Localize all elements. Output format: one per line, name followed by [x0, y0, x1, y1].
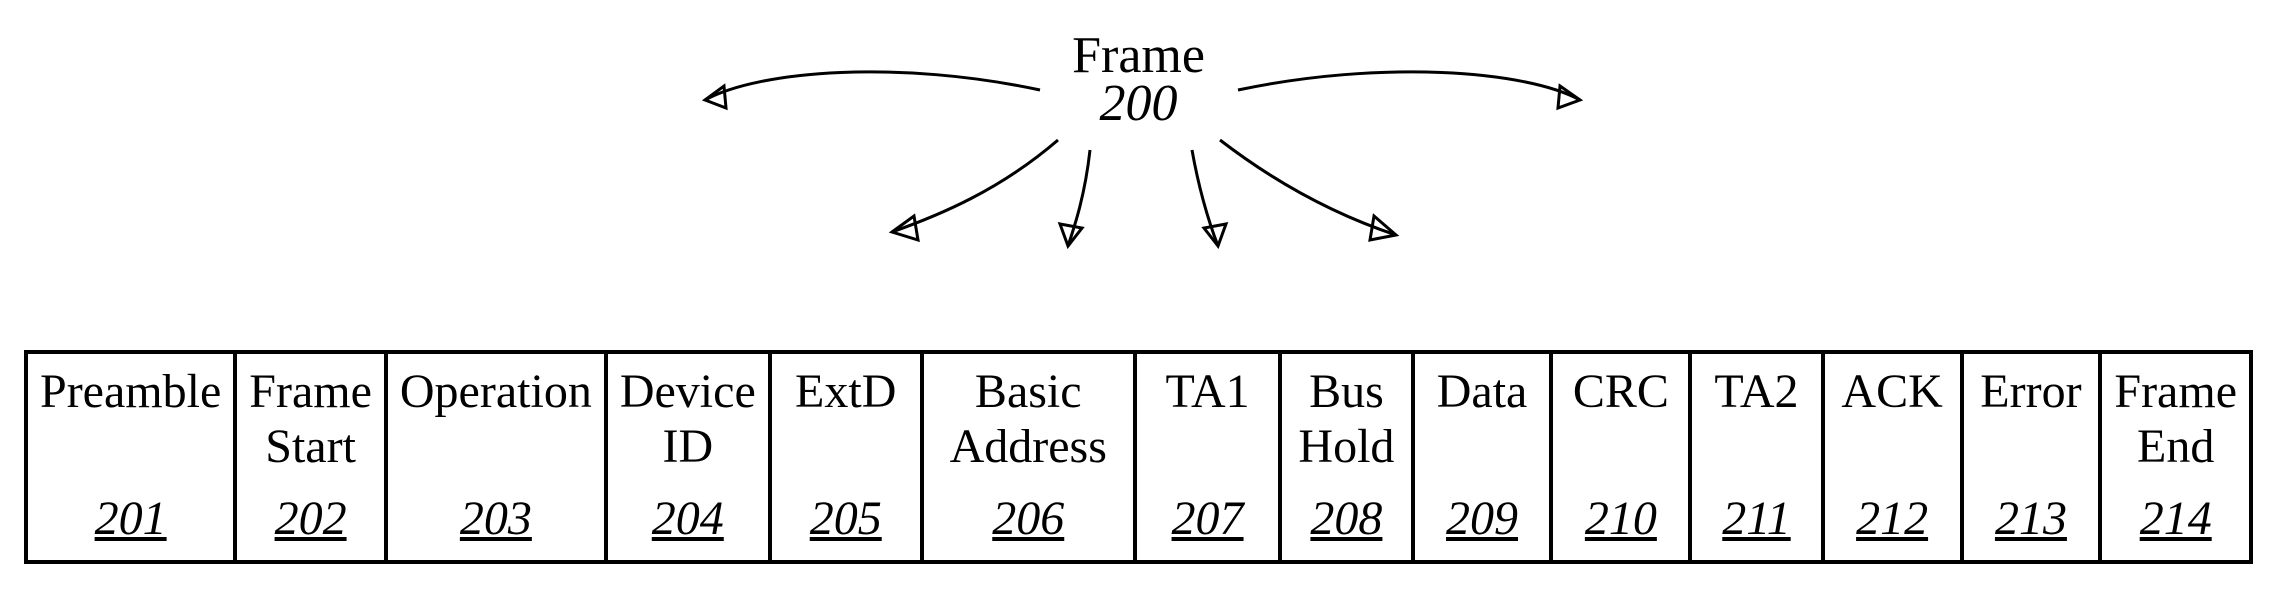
cell-ta1: TA1 207	[1133, 354, 1278, 560]
frame-title-group: Frame 200	[1072, 30, 1205, 130]
field-line: ID	[662, 419, 713, 474]
field-ref: 210	[1585, 491, 1657, 546]
field-ref: 203	[460, 491, 532, 546]
cell-frame-start: Frame Start 202	[233, 354, 384, 560]
field-line: ACK	[1841, 364, 1942, 419]
cell-crc: CRC 210	[1549, 354, 1688, 560]
field-ref: 207	[1172, 491, 1244, 546]
field-line: Start	[265, 419, 356, 474]
field-ref: 212	[1856, 491, 1928, 546]
field-line: Frame	[2114, 364, 2237, 419]
cell-ack: ACK 212	[1821, 354, 1960, 560]
cell-frame-end: Frame End 214	[2098, 354, 2249, 560]
field-line: Hold	[1298, 419, 1394, 474]
frame-fields-table: Preamble 201 Frame Start 202 Operation 2…	[24, 350, 2253, 564]
field-line: CRC	[1573, 364, 1669, 419]
field-line: Preamble	[40, 364, 221, 419]
field-ref: 204	[652, 491, 724, 546]
field-line: Device	[620, 364, 756, 419]
cell-extd: ExtD 205	[768, 354, 920, 560]
field-line: TA2	[1714, 364, 1798, 419]
cell-ta2: TA2 211	[1688, 354, 1820, 560]
field-ref: 206	[992, 491, 1064, 546]
cell-basic-address: Basic Address 206	[920, 354, 1133, 560]
field-ref: 205	[810, 491, 882, 546]
field-line: Basic	[975, 364, 1082, 419]
field-line: Error	[1980, 364, 2081, 419]
cell-preamble: Preamble 201	[28, 354, 233, 560]
cell-error: Error 213	[1960, 354, 2099, 560]
field-line: Frame	[249, 364, 372, 419]
cell-device-id: Device ID 204	[604, 354, 768, 560]
field-ref: 208	[1310, 491, 1382, 546]
field-line: Bus	[1309, 364, 1384, 419]
cell-bus-hold: Bus Hold 208	[1278, 354, 1410, 560]
field-line: Operation	[400, 364, 592, 419]
field-line: End	[2137, 419, 2214, 474]
field-ref: 211	[1722, 491, 1790, 546]
frame-ref: 200	[1072, 78, 1205, 130]
field-ref: 209	[1446, 491, 1518, 546]
field-line: ExtD	[795, 364, 896, 419]
field-line: Data	[1437, 364, 1528, 419]
cell-operation: Operation 203	[384, 354, 604, 560]
field-ref: 201	[95, 491, 167, 546]
field-ref: 214	[2140, 491, 2212, 546]
field-ref: 202	[275, 491, 347, 546]
field-ref: 213	[1995, 491, 2067, 546]
field-line: Address	[950, 419, 1107, 474]
cell-data: Data 209	[1411, 354, 1550, 560]
field-line: TA1	[1165, 364, 1249, 419]
